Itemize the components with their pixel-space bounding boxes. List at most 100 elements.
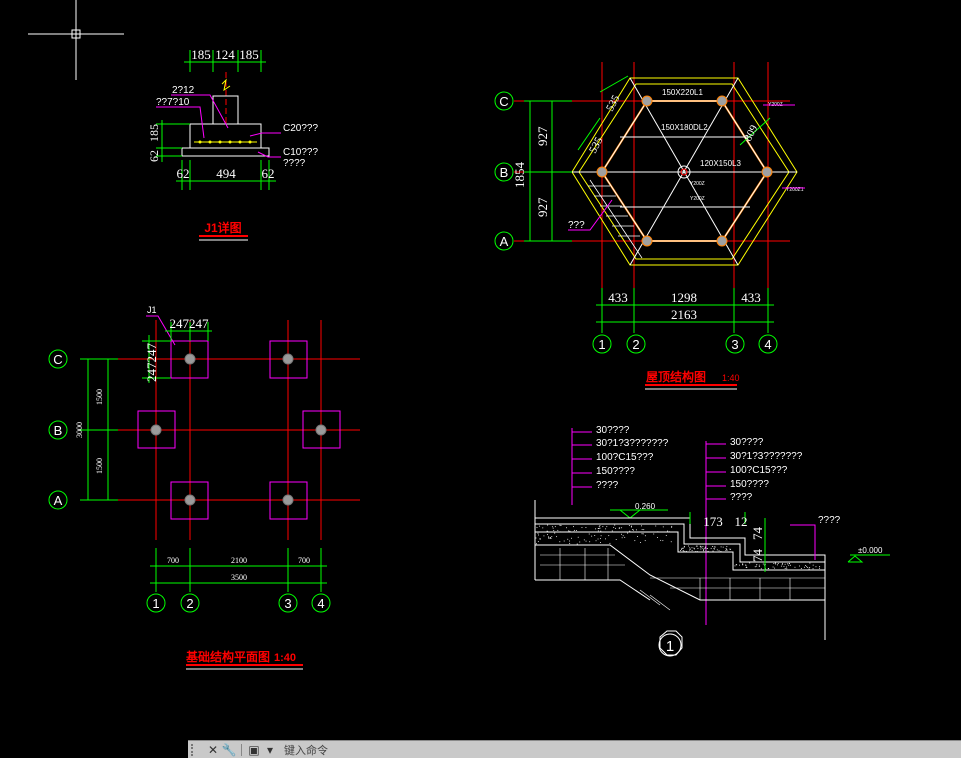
- svg-text:1: 1: [152, 596, 159, 611]
- j1-label-stirrup: ??7?10: [156, 97, 190, 108]
- roof-axis-bubble-3: 3: [725, 334, 745, 354]
- roof-structure-plan: 150X220L1 150X180DL2 120X150L3 Y200Z Y20…: [494, 62, 805, 390]
- svg-text:C: C: [499, 94, 508, 109]
- j1-title: J1详图: [204, 220, 241, 235]
- foundation-axis-bubble-3: 3: [278, 593, 298, 613]
- section-left-layer-4: 150????: [596, 466, 635, 477]
- foundation-axis-bubble-1: 1: [146, 593, 166, 613]
- foundation-left-dim-2: 1500: [95, 458, 104, 474]
- roof-axis-bubble-4: 4: [758, 334, 778, 354]
- roof-label-unknown: ???: [568, 220, 585, 231]
- section-elev-top: 0.260: [635, 502, 656, 511]
- section-left-layer-1: 30????: [596, 425, 630, 436]
- foundation-tag-j1: J1: [147, 305, 157, 315]
- foundation-left-dim-1: 1500: [95, 389, 104, 405]
- section-right-layer-1: 30????: [730, 437, 764, 448]
- foundation-axis-bubble-4: 4: [311, 593, 331, 613]
- j1-top-dim-3: 185: [239, 47, 259, 62]
- svg-text:3: 3: [731, 337, 738, 352]
- roof-bottom-dim-1: 433: [608, 290, 628, 305]
- section-elev-zero: ±0.000: [858, 546, 883, 555]
- section-left-layer-5: ????: [596, 480, 619, 491]
- roof-side-dim-3: 809: [742, 123, 761, 144]
- svg-text:1: 1: [666, 638, 674, 655]
- foundation-bottom-dim-2: 2100: [231, 556, 247, 565]
- roof-beam-label-1: 150X220L1: [662, 88, 703, 97]
- roof-beam-label-2: 150X180DL2: [661, 123, 708, 132]
- roof-axis-bubble-c: C: [494, 91, 514, 111]
- foundation-axis-bubble-a: A: [48, 490, 68, 510]
- foundation-scale: 1:40: [274, 652, 296, 664]
- roof-left-dim-1: 927: [535, 126, 550, 146]
- roof-axis-bubble-a: A: [494, 231, 514, 251]
- foundation-axis-bubble-c: C: [48, 349, 68, 369]
- roof-scale: 1:40: [722, 373, 740, 383]
- j1-label-rebar: 2?12: [172, 85, 195, 96]
- foundation-bottom-dim-total: 3500: [231, 573, 247, 582]
- foundation-left-dims-rot: 247247: [144, 343, 159, 383]
- section-left-layer-3: 100?C15???: [596, 452, 654, 463]
- svg-text:A: A: [54, 493, 63, 508]
- j1-label-c10: C10???: [283, 147, 318, 158]
- section-left-layer-2: 30?1?3???????: [596, 438, 669, 449]
- roof-bottom-dim-total: 2163: [671, 307, 697, 322]
- roof-tag-4: Y200Z: [690, 196, 705, 202]
- command-line-bar[interactable]: ✕ 🔧 ▣ ▾ 键入命令: [188, 740, 961, 758]
- foundation-axis-bubble-b: B: [48, 420, 68, 440]
- j1-bottom-dim-3: 62: [262, 166, 275, 181]
- roof-left-dim-total: 1854: [512, 162, 527, 189]
- svg-text:A: A: [500, 234, 509, 249]
- section-right-layer-2: 30?1?3???????: [730, 451, 803, 462]
- command-history-icon[interactable]: ▣: [246, 742, 262, 758]
- section-right-layer-5: ????: [730, 492, 753, 503]
- chevron-down-icon[interactable]: ▾: [262, 742, 278, 758]
- svg-text:2: 2: [632, 337, 639, 352]
- j1-left-dim-2: 185: [147, 124, 161, 142]
- roof-beam-label-3: 120X150L3: [700, 159, 741, 168]
- wrench-icon[interactable]: 🔧: [221, 742, 237, 758]
- toolbar-divider: [241, 743, 242, 756]
- close-icon[interactable]: ✕: [205, 742, 221, 758]
- foundation-title: 基础结构平面图: [185, 649, 270, 664]
- j1-top-dim-1: 185: [191, 47, 211, 62]
- foundation-bottom-dim-3: 700: [298, 556, 310, 565]
- section-dim-173: 173: [703, 514, 723, 529]
- crosshair-cursor: [28, 0, 124, 80]
- j1-label-c20: C20???: [283, 123, 318, 134]
- svg-text:3: 3: [284, 596, 291, 611]
- section-marker-1: 1: [658, 630, 683, 657]
- cad-drawing-canvas[interactable]: 185 124 185 2?12 ??7?10 C20??? C10??? ??…: [0, 0, 961, 740]
- roof-bottom-dim-2: 1298: [671, 290, 697, 305]
- svg-text:1: 1: [598, 337, 605, 352]
- j1-top-dim-2: 124: [215, 47, 235, 62]
- svg-text:C: C: [53, 352, 62, 367]
- roof-axis-bubble-1: 1: [592, 334, 612, 354]
- roof-side-dim-2: 535: [587, 135, 606, 156]
- section-detail-1: 30???? 30?1?3??????? 100?C15??? 150???? …: [534, 425, 890, 657]
- section-dim-12: 12: [735, 514, 748, 529]
- toolbar-grip-handle[interactable]: [191, 743, 201, 756]
- section-dim-74-bottom: 74: [750, 549, 765, 563]
- roof-side-dim-1: 535: [604, 93, 623, 114]
- svg-text:4: 4: [317, 596, 324, 611]
- svg-text:B: B: [54, 423, 63, 438]
- roof-axis-bubble-b: B: [494, 162, 514, 182]
- j1-detail: 185 124 185 2?12 ??7?10 C20??? C10??? ??…: [147, 47, 318, 241]
- roof-axis-bubble-2: 2: [626, 334, 646, 354]
- foundation-axis-bubble-2: 2: [180, 593, 200, 613]
- roof-tag-3: Y200Z: [690, 181, 705, 187]
- roof-left-dim-2: 927: [535, 197, 550, 217]
- foundation-structure-plan: J1 247247 247247 1500 3000 1500 C B A 70…: [48, 305, 360, 670]
- j1-bottom-dim-2: 494: [216, 166, 236, 181]
- section-right-layer-3: 100?C15???: [730, 465, 788, 476]
- svg-text:4: 4: [764, 337, 771, 352]
- foundation-top-dims: 247247: [170, 316, 210, 331]
- foundation-bottom-dim-1: 700: [167, 556, 179, 565]
- foundation-left-dim-total: 3000: [75, 422, 84, 438]
- section-dim-74-top: 74: [750, 527, 765, 541]
- j1-bottom-dim-1: 62: [177, 166, 190, 181]
- section-right-layer-4: 150????: [730, 479, 769, 490]
- command-input[interactable]: 键入命令: [284, 742, 328, 758]
- j1-left-dim-1: 62: [147, 150, 161, 162]
- svg-text:B: B: [500, 165, 509, 180]
